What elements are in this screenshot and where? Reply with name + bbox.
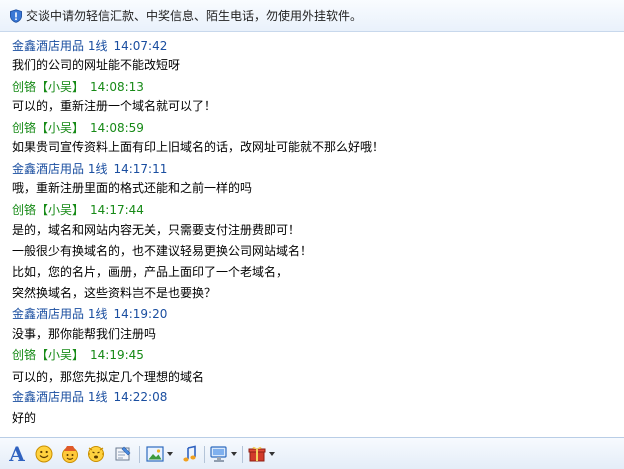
image-dropdown-arrow[interactable] — [167, 452, 173, 456]
image-icon[interactable] — [145, 444, 165, 464]
voice-message-icon[interactable] — [113, 444, 133, 464]
message-header: 创铬【小吴】 14:08:59 — [12, 120, 144, 136]
sender-name: 创铬【小吴】 — [12, 203, 85, 217]
screen-capture-icon[interactable] — [209, 444, 229, 464]
sender-name: 创铬【小吴】 — [12, 80, 85, 94]
message-text: 突然换域名，这些资料岂不是也要换？ — [12, 286, 217, 300]
message-text: 一般很少有换域名的，也不建议轻易更换公司网站域名！ — [12, 244, 313, 258]
message-header: 金鑫酒店用品 1线 14:07:42 — [12, 38, 167, 54]
message-time: 14:17:44 — [90, 203, 144, 217]
emoticon-icon[interactable] — [34, 444, 54, 464]
message-time: 14:08:59 — [90, 121, 144, 135]
message-header: 金鑫酒店用品 1线 14:19:20 — [12, 306, 167, 322]
message-text: 比如，您的名片，画册，产品上面印了一个老域名， — [12, 265, 289, 279]
message-time: 14:22:08 — [113, 390, 168, 404]
security-notice-text: 交谈中请勿轻信汇款、中奖信息、陌生电话，勿使用外挂软件。 — [26, 9, 363, 23]
message-time: 14:19:20 — [113, 307, 168, 321]
message-text: 如果贵司宣传资料上面有印上旧域名的话，改网址可能就不那么好哦！ — [12, 140, 385, 154]
message-header: 创铬【小吴】 14:19:45 — [12, 347, 144, 363]
security-notice-bar: 交谈中请勿轻信汇款、中奖信息、陌生电话，勿使用外挂软件。 — [0, 0, 624, 32]
toolbar-divider — [204, 446, 205, 463]
message-header: 创铬【小吴】 14:17:44 — [12, 202, 144, 218]
message-text: 哦，重新注册里面的格式还能和之前一样的吗 — [12, 181, 253, 195]
input-toolbar: A — [0, 437, 624, 469]
font-icon[interactable]: A — [7, 444, 27, 464]
toolbar-divider — [139, 446, 140, 463]
sender-name: 金鑫酒店用品 1线 — [12, 162, 108, 176]
message-time: 14:17:11 — [113, 162, 168, 176]
message-text: 是的，域名和网站内容无关，只需要支付注册费即可！ — [12, 223, 301, 237]
message-text: 好的 — [12, 411, 37, 425]
message-time: 14:08:13 — [90, 80, 144, 94]
sender-name: 创铬【小吴】 — [12, 121, 85, 135]
gift-icon[interactable] — [247, 444, 267, 464]
message-text: 可以的，重新注册一个域名就可以了！ — [12, 99, 217, 113]
sender-name: 金鑫酒店用品 1线 — [12, 39, 108, 53]
magic-emoticon-icon[interactable] — [60, 444, 80, 464]
sender-name: 创铬【小吴】 — [12, 348, 85, 362]
music-icon[interactable] — [180, 444, 200, 464]
chat-history[interactable]: 金鑫酒店用品 1线 14:07:42 我们的公司的网址能不能改短呀 创铬【小吴】 1… — [0, 32, 624, 437]
message-time: 14:19:45 — [90, 348, 144, 362]
message-header: 金鑫酒店用品 1线 14:22:08 — [12, 389, 167, 405]
message-header: 创铬【小吴】 14:08:13 — [12, 79, 144, 95]
message-time: 14:07:42 — [113, 39, 168, 53]
message-text: 没事，那你能帮我们注册吗 — [12, 327, 157, 341]
shield-icon — [10, 9, 22, 23]
sender-name: 金鑫酒店用品 1线 — [12, 307, 108, 321]
message-text: 我们的公司的网址能不能改短呀 — [12, 58, 181, 72]
sender-name: 金鑫酒店用品 1线 — [12, 390, 108, 404]
message-header: 金鑫酒店用品 1线 14:17:11 — [12, 161, 167, 177]
toolbar-divider — [242, 446, 243, 463]
message-text: 可以的，那您先拟定几个理想的域名 — [12, 370, 205, 384]
screen-capture-dropdown-arrow[interactable] — [231, 452, 237, 456]
gift-dropdown-arrow[interactable] — [269, 452, 275, 456]
nudge-icon[interactable] — [86, 444, 106, 464]
